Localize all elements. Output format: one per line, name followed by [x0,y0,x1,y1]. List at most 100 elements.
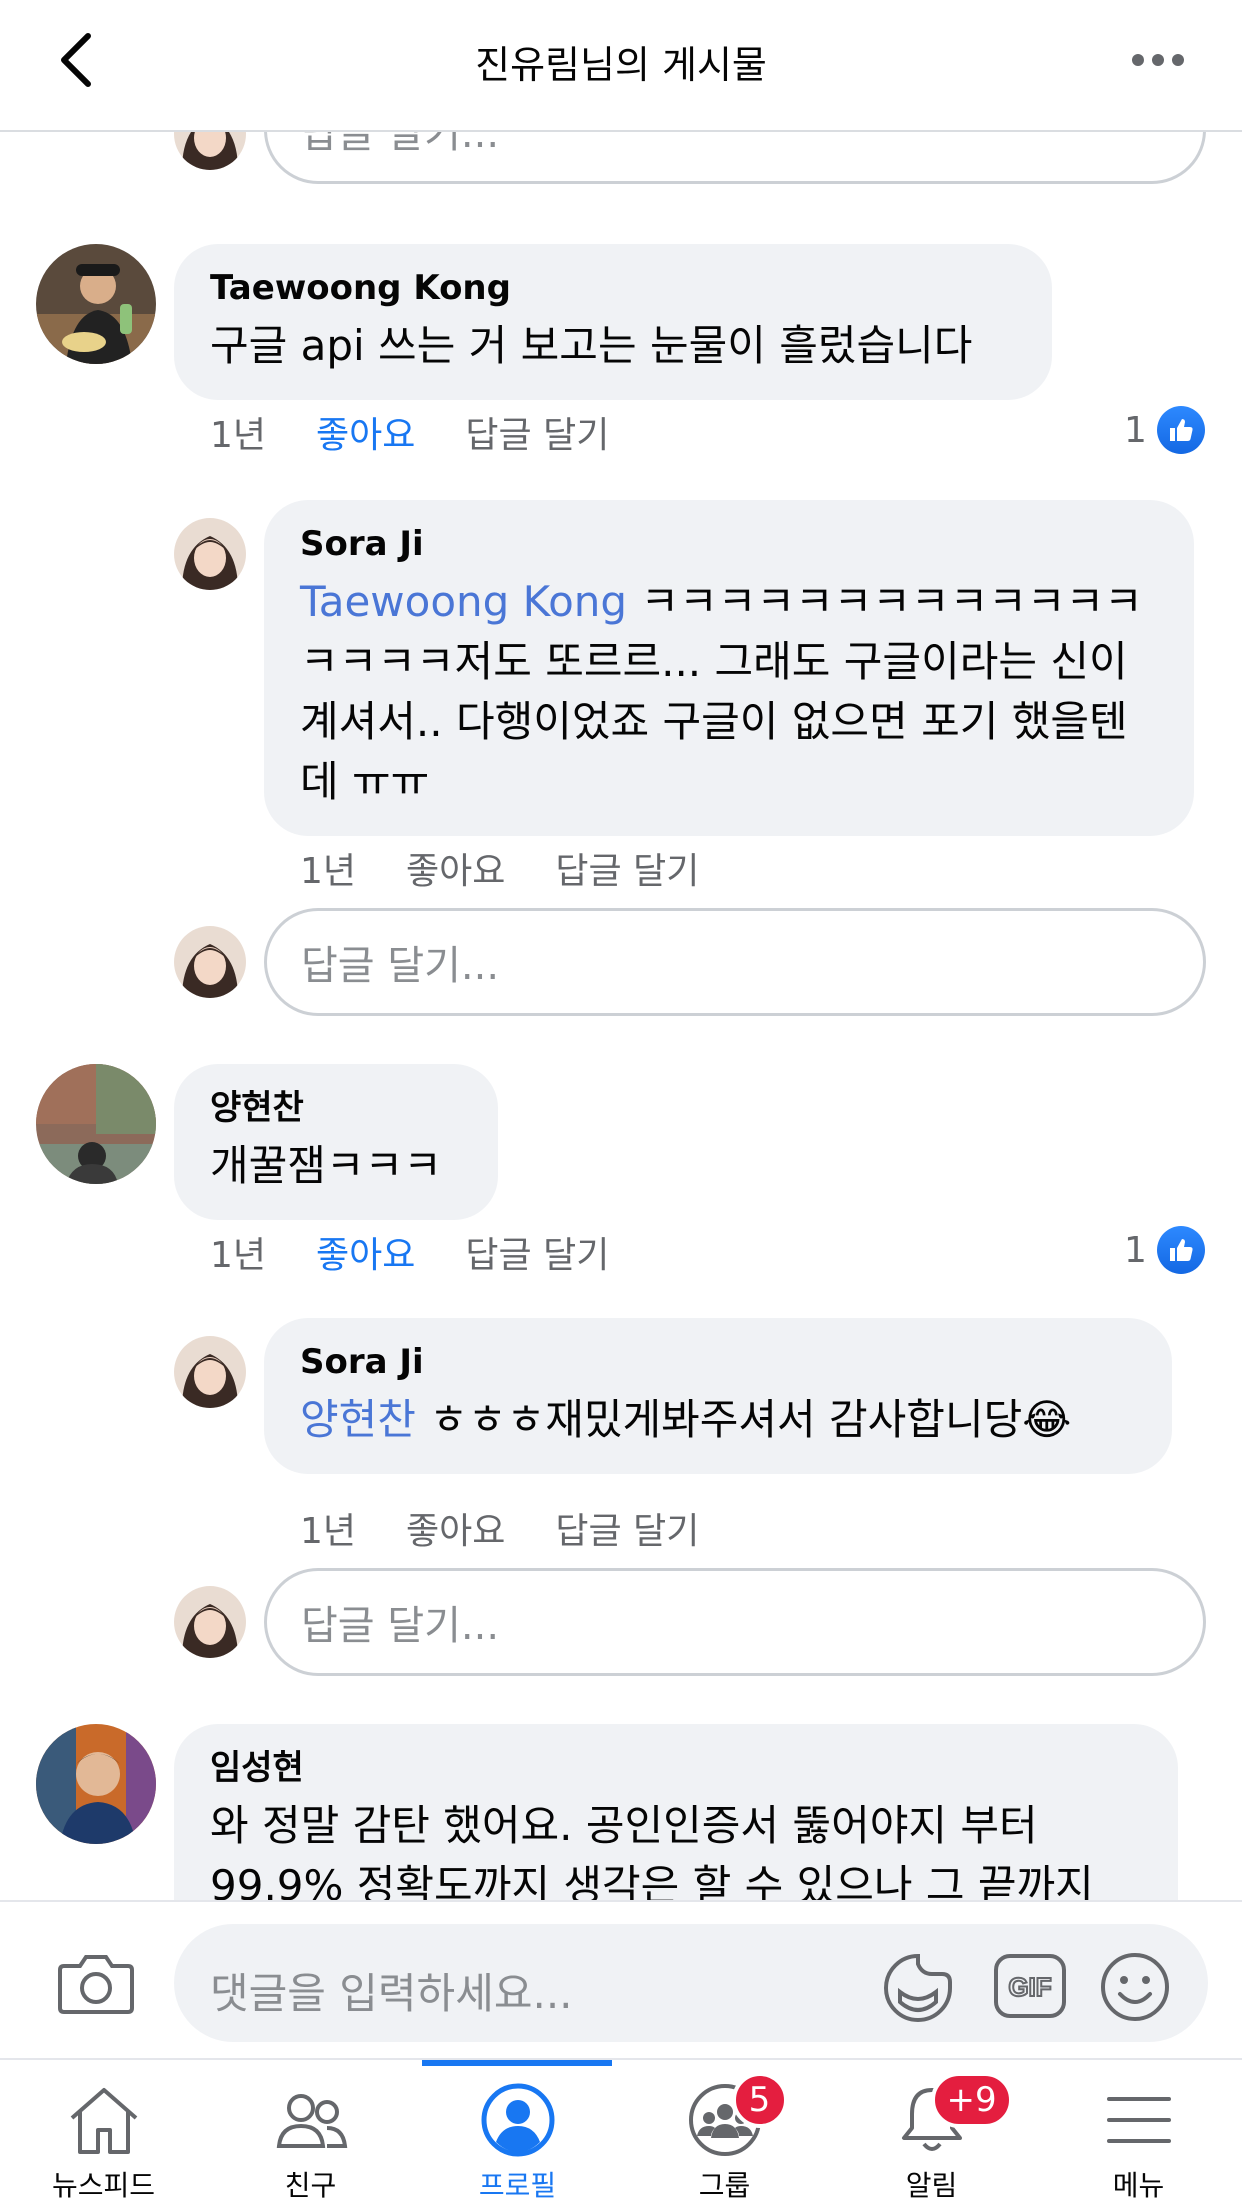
reply-actions: 1년 좋아요 답글 달기 [300,842,749,894]
tab-groups[interactable]: 5 그룹 [621,2060,828,2208]
tab-label: 프로필 [478,2169,557,2202]
reaction-summary[interactable]: 1 [1124,406,1205,454]
more-dots-icon [1132,54,1144,66]
groups-badge: 5 [731,2072,788,2128]
thumbs-up-icon [1156,406,1205,454]
tab-label: 뉴스피드 [51,2169,156,2202]
like-button[interactable]: 좋아요 [406,1502,505,1554]
comment-author[interactable]: 양현찬 [210,1086,462,1130]
comment-actions: 1년 좋아요 답글 달기 [210,406,659,458]
camera-button[interactable] [56,1948,136,2018]
profile-photo [36,1064,156,1184]
reaction-count: 1 [1124,409,1147,451]
menu-icon [1094,2080,1184,2160]
reply-time: 1년 [300,1511,357,1552]
profile-photo [36,244,156,364]
profile-photo [174,518,246,590]
like-button[interactable]: 좋아요 [316,1226,415,1278]
comment-composer: 댓글을 입력하세요... GIF [0,1900,1242,2058]
tab-friends[interactable]: 친구 [207,2060,414,2208]
tab-label: 그룹 [698,2169,751,2202]
comment-time: 1년 [210,415,267,456]
comment-bubble[interactable]: Taewoong Kong 구글 api 쓰는 거 보고는 눈물이 흘렀습니다 [174,244,1052,400]
reaction-count: 1 [1124,1229,1147,1271]
home-icon [59,2080,149,2160]
comment-input-placeholder: 댓글을 입력하세요... [210,1969,573,2018]
thumbs-up-icon [1156,1226,1205,1274]
more-dot [1172,54,1184,66]
comment-input[interactable]: 댓글을 입력하세요... GIF [174,1924,1208,2042]
reply-input[interactable]: 답글 달기... [264,132,1206,184]
reply-author[interactable]: Sora Ji [300,1340,1136,1384]
tab-label: 메뉴 [1112,2169,1165,2202]
comment-time: 1년 [210,1235,267,1276]
tab-menu[interactable]: 메뉴 [1035,2060,1242,2208]
avatar-lim-sunghyun[interactable] [36,1724,156,1844]
tab-newsfeed[interactable]: 뉴스피드 [0,2060,207,2208]
page-title: 진유림님의 게시물 [475,43,767,87]
avatar-sora-ji[interactable] [174,926,246,998]
comment-bubble[interactable]: 양현찬 개꿀잼ㅋㅋㅋ [174,1064,498,1220]
avatar-sora-ji[interactable] [174,1586,246,1658]
avatar-sora-ji[interactable] [174,1336,246,1408]
reply-input[interactable]: 답글 달기... [264,908,1206,1016]
profile-photo [174,132,246,170]
reply-input[interactable]: 답글 달기... [264,1568,1206,1676]
profile-photo [36,1724,156,1844]
like-button[interactable]: 좋아요 [406,842,505,894]
reaction-summary[interactable]: 1 [1124,1226,1205,1274]
reply-bubble[interactable]: Sora Ji 양현찬 ㅎㅎㅎ재밌게봐주셔서 감사합니당😂 [264,1318,1172,1474]
reply-placeholder: 답글 달기... [301,132,500,157]
reply-button[interactable]: 답글 달기 [465,1226,609,1278]
camera-icon [58,1955,134,2014]
reply-author[interactable]: Sora Ji [300,522,1158,566]
smiley-icon [1101,1953,1169,2021]
emoji-button[interactable] [1098,1950,1172,2024]
reply-placeholder: 답글 달기... [301,1603,500,1649]
profile-photo [174,1586,246,1658]
comment-text: 와 정말 감탄 했어요. 공인인증서 뚫어야지 부터 99.9% 정확도까지 생… [210,1801,1094,1900]
reply-button[interactable]: 답글 달기 [555,1502,699,1554]
reply-placeholder: 답글 달기... [301,943,500,989]
profile-photo [174,926,246,998]
profile-icon [473,2080,563,2160]
reply-actions: 1년 좋아요 답글 달기 [300,1502,749,1554]
notifications-badge: +9 [930,2072,1013,2128]
bottom-tab-bar: 뉴스피드 친구 프로필 5 그룹 +9 알림 메뉴 [0,2058,1242,2208]
avatar-yang-hyunchan[interactable] [36,1064,156,1184]
reply-text: 양현찬 ㅎㅎㅎ재밌게봐주셔서 감사합니당😂 [300,1390,1136,1450]
comment-text: 개꿀잼ㅋㅋㅋ [210,1141,442,1190]
reply-button[interactable]: 답글 달기 [465,406,609,458]
mention-link[interactable]: 양현찬 [300,1395,416,1444]
tab-notifications[interactable]: +9 알림 [828,2060,1035,2208]
sticker-button[interactable] [880,1950,956,2026]
reply-text: Taewoong Kong ㅋㅋㅋㅋㅋㅋㅋㅋㅋㅋㅋㅋㅋㅋㅋㅋㅋ저도 또르르...… [300,572,1158,812]
mention-link[interactable]: Taewoong Kong [300,577,627,626]
avatar-taewoong-kong[interactable] [36,244,156,364]
bell-icon: +9 [887,2072,1013,2160]
comment-author[interactable]: 임성현 [210,1746,1142,1790]
reply-button[interactable]: 답글 달기 [555,842,699,894]
comment-text: 구글 api 쓰는 거 보고는 눈물이 흘렀습니다 [210,321,973,370]
gif-icon: GIF [994,1954,1066,2018]
reply-bubble[interactable]: Sora Ji Taewoong Kong ㅋㅋㅋㅋㅋㅋㅋㅋㅋㅋㅋㅋㅋㅋㅋㅋㅋ저… [264,500,1194,836]
reply-time: 1년 [300,851,357,892]
sticker-icon [884,1953,952,2022]
profile-photo [174,1336,246,1408]
tab-profile[interactable]: 프로필 [414,2060,621,2208]
avatar-sora-ji[interactable] [174,132,246,170]
gif-button[interactable]: GIF [992,1950,1068,2022]
comment-bubble[interactable]: 임성현 와 정말 감탄 했어요. 공인인증서 뚫어야지 부터 99.9% 정확도… [174,1724,1178,1900]
comment-author[interactable]: Taewoong Kong [210,266,1016,310]
groups-icon: 5 [680,2072,788,2160]
avatar-sora-ji[interactable] [174,518,246,590]
top-bar: 진유림님의 게시물 [0,0,1242,132]
tab-label: 친구 [284,2169,337,2202]
like-button[interactable]: 좋아요 [316,406,415,458]
reply-body: ㅎㅎㅎ재밌게봐주셔서 감사합니당😂 [415,1395,1072,1444]
tab-label: 알림 [905,2169,958,2202]
comment-list[interactable]: 답글 달기... Taewoong Kong 구글 api 쓰는 거 보고는 눈… [0,132,1242,1900]
more-options-button[interactable] [1118,34,1198,86]
svg-text:GIF: GIF [1008,1972,1051,2002]
friends-icon [266,2080,356,2160]
